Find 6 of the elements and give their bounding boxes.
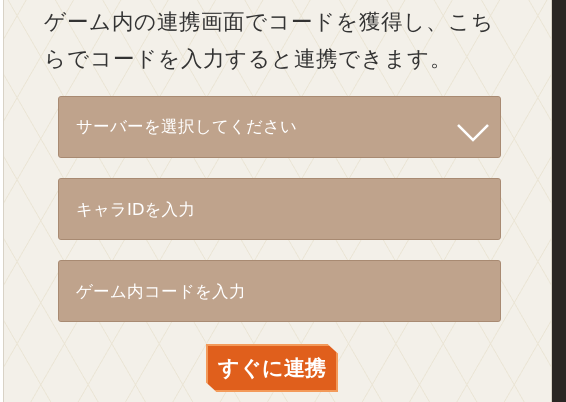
instruction-text: ゲーム内の連携画面でコードを獲得し、こちらでコードを入力すると連携できます。 <box>44 9 495 74</box>
server-select[interactable]: サーバーを選択してください <box>58 96 501 158</box>
input-field[interactable]: キャラIDを入力 <box>58 178 501 240</box>
input-field[interactable]: ゲーム内コードを入力 <box>58 260 501 322</box>
link-button[interactable]: すぐに連携 <box>206 344 338 392</box>
chevron-down-icon <box>456 123 490 143</box>
